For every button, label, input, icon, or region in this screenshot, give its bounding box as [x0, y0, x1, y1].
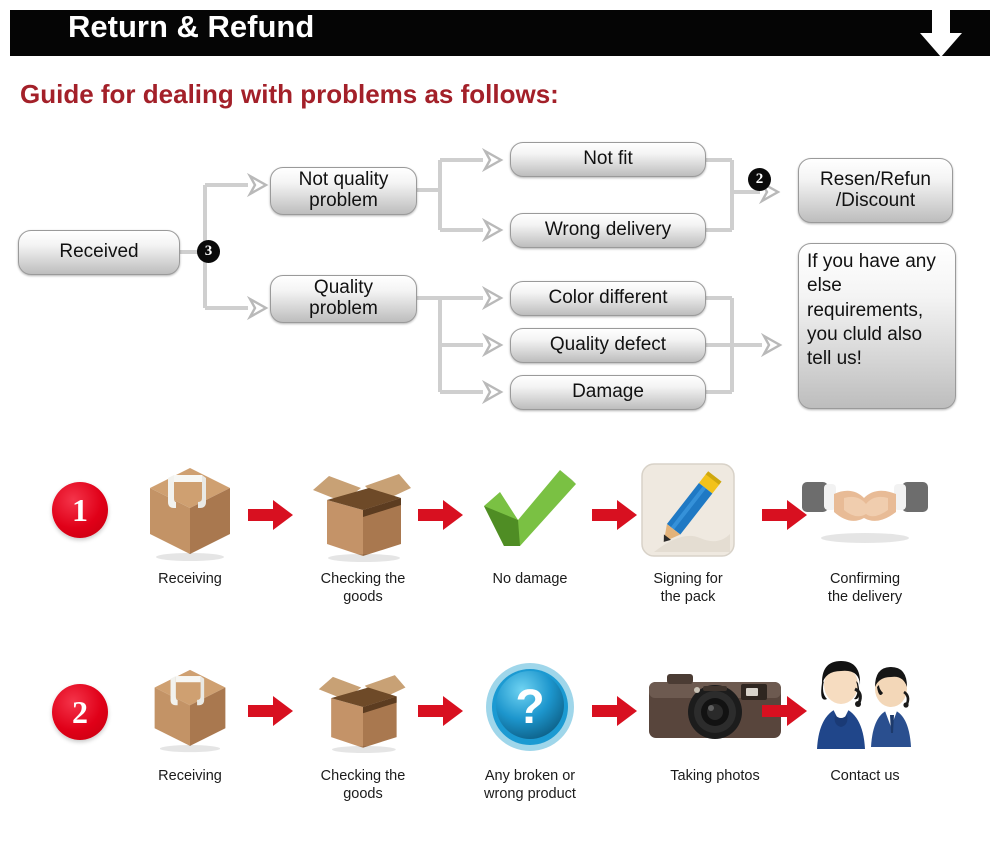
step-number-badge: 2 [52, 684, 108, 740]
step-item: No damage [455, 455, 605, 589]
step-item: Receiving [115, 455, 265, 589]
step-caption: No damage [492, 571, 568, 587]
sealed-box-icon [115, 455, 265, 565]
sealed-box-icon [115, 652, 265, 762]
flow-box-wrong-delivery[interactable]: Wrong delivery [510, 213, 706, 248]
flow-box-quality-problem[interactable]: Quality problem [270, 275, 417, 323]
flow-box-quality-defect[interactable]: Quality defect [510, 328, 706, 363]
step-caption: Receiving [158, 571, 222, 587]
flow-box-received[interactable]: Received [18, 230, 180, 275]
support-agents-icon [790, 652, 940, 762]
flow-marker-3: 3 [197, 240, 220, 263]
handshake-icon [790, 455, 940, 565]
step-item: Checking the goods [288, 652, 438, 803]
step-item: Receiving [115, 652, 265, 786]
flow-box-other-requirements[interactable]: If you have any else requirements, you c… [798, 243, 956, 409]
blue-question-icon: ? [455, 652, 605, 762]
step-caption: Any broken or wrong product [484, 768, 576, 802]
flow-box-color-different[interactable]: Color different [510, 281, 706, 316]
guide-subtitle: Guide for dealing with problems as follo… [20, 79, 559, 109]
open-box-icon [288, 652, 438, 762]
page-title: Return & Refund [68, 9, 315, 44]
down-arrow-icon [920, 6, 962, 57]
step-caption: Checking the goods [320, 768, 406, 802]
step-item: ? Any broken or wrong product [455, 652, 605, 803]
flow-box-resend-refund-discount[interactable]: Resen/Refun /Discount [798, 158, 953, 223]
open-box-icon [288, 455, 438, 565]
step-number-badge: 1 [52, 482, 108, 538]
flow-box-not-fit[interactable]: Not fit [510, 142, 706, 177]
flow-marker-2: 2 [748, 168, 771, 191]
svg-text:?: ? [515, 681, 544, 734]
step-caption: Confirming the delivery [827, 571, 903, 605]
step-caption: Contact us [830, 768, 900, 784]
step-item: Checking the goods [288, 455, 438, 606]
step-item: Contact us [790, 652, 940, 786]
step-item: Confirming the delivery [790, 455, 940, 606]
step-caption: Signing for the pack [653, 571, 723, 605]
step-row-1: 1 Receiving Checking the goods No damage… [0, 455, 1000, 645]
step-caption: Receiving [158, 768, 222, 784]
red-right-arrow-icon [592, 696, 637, 726]
pencil-signing-icon [613, 455, 763, 565]
step-item: Signing for the pack [613, 455, 763, 606]
step-row-2: 2 Receiving Checking the goods ? Any bro… [0, 632, 1000, 822]
step-caption: Checking the goods [320, 571, 406, 605]
flow-box-damage[interactable]: Damage [510, 375, 706, 410]
problem-flowchart: Received 3 Not quality problem Quality p… [0, 130, 1000, 430]
step-caption: Taking photos [670, 768, 760, 784]
flow-box-not-quality-problem[interactable]: Not quality problem [270, 167, 417, 215]
green-check-icon [455, 455, 605, 565]
